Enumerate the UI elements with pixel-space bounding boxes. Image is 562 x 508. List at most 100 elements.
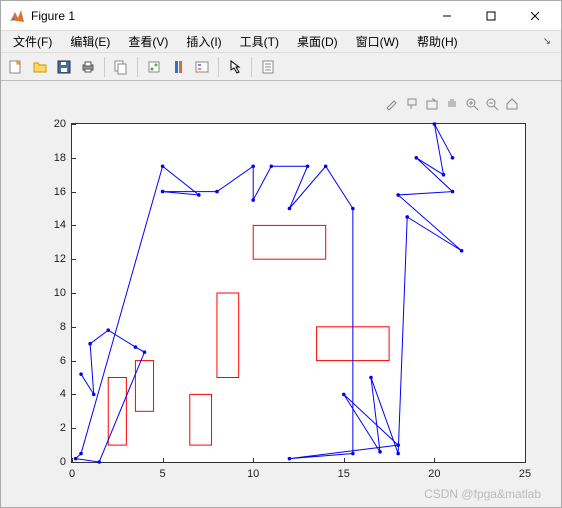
path-point [92, 393, 96, 397]
menu-tools[interactable]: 工具(T) [232, 31, 287, 52]
path-point [351, 452, 355, 456]
toolbar-sep [104, 57, 105, 77]
x-tick-label: 25 [519, 468, 531, 480]
toolbar-sep [137, 57, 138, 77]
path-point [396, 452, 400, 456]
menu-file[interactable]: 文件(F) [5, 31, 60, 52]
path-point [134, 345, 138, 349]
plot-canvas [72, 124, 525, 462]
legend-button[interactable] [191, 56, 213, 78]
path-point [288, 457, 292, 461]
y-tick-label: 8 [60, 321, 66, 333]
path-point [306, 164, 310, 168]
rotate-icon[interactable] [423, 95, 441, 113]
path-point [197, 193, 201, 197]
maximize-button[interactable] [469, 2, 513, 30]
restore-view-icon[interactable] [503, 95, 521, 113]
path-point [396, 443, 400, 447]
y-tick-label: 2 [60, 422, 66, 434]
watermark: CSDN @fpga&matlab [424, 487, 541, 501]
print-button[interactable] [77, 56, 99, 78]
path-point [460, 249, 464, 253]
x-tick-label: 0 [69, 468, 75, 480]
titlebar: Figure 1 [1, 1, 561, 31]
window-title: Figure 1 [31, 9, 425, 23]
obstacle-rect [108, 378, 126, 446]
path-point [351, 207, 355, 211]
toolbar [1, 53, 561, 81]
link-data-button[interactable] [143, 56, 165, 78]
path-point [378, 450, 382, 454]
obstacle-rect [217, 293, 239, 378]
menu-view[interactable]: 查看(V) [120, 31, 176, 52]
y-tick-label: 16 [54, 186, 66, 198]
y-tick-label: 4 [60, 388, 66, 400]
edit-plot-button[interactable] [224, 56, 246, 78]
path-point [414, 156, 418, 160]
open-button[interactable] [29, 56, 51, 78]
menu-insert[interactable]: 插入(I) [178, 31, 229, 52]
matlab-logo-icon [9, 8, 25, 24]
menu-help[interactable]: 帮助(H) [409, 31, 466, 52]
x-tick-label: 10 [247, 468, 259, 480]
menu-desktop[interactable]: 桌面(D) [289, 31, 346, 52]
menu-window[interactable]: 窗口(W) [348, 31, 407, 52]
path-point [270, 164, 274, 168]
zoom-in-icon[interactable] [463, 95, 481, 113]
axes[interactable]: 024681012141618200510152025 [71, 123, 526, 463]
property-inspector-button[interactable] [257, 56, 279, 78]
zoom-out-icon[interactable] [483, 95, 501, 113]
path-point [97, 460, 101, 464]
path-point [143, 350, 147, 354]
path-point [405, 215, 409, 219]
save-button[interactable] [53, 56, 75, 78]
figure-window: Figure 1 文件(F) 编辑(E) 查看(V) 插入(I) 工具(T) 桌… [0, 0, 562, 508]
brush-icon[interactable] [383, 95, 401, 113]
y-tick-label: 12 [54, 253, 66, 265]
path-point [161, 190, 165, 194]
y-tick-label: 0 [60, 456, 66, 468]
path-point [324, 164, 328, 168]
path-point [79, 372, 83, 376]
y-tick-label: 20 [54, 118, 66, 130]
path-point [251, 198, 255, 202]
menu-edit[interactable]: 编辑(E) [62, 31, 118, 52]
axes-toolbar [383, 95, 521, 113]
path-point [451, 156, 455, 160]
path-point [215, 190, 219, 194]
path-point [79, 452, 83, 456]
y-tick-label: 6 [60, 355, 66, 367]
close-button[interactable] [513, 2, 557, 30]
toolbar-sep [218, 57, 219, 77]
menu-overflow-icon[interactable]: ↘ [543, 36, 551, 47]
copy-button[interactable] [110, 56, 132, 78]
path-point [451, 190, 455, 194]
path-point [433, 122, 437, 126]
path-point [251, 164, 255, 168]
new-figure-button[interactable] [5, 56, 27, 78]
y-tick-label: 10 [54, 287, 66, 299]
path-point [342, 393, 346, 397]
path-point [161, 164, 165, 168]
path-point [74, 457, 78, 461]
data-tips-icon[interactable] [403, 95, 421, 113]
plot-area: 024681012141618200510152025 CSDN @fpga&m… [1, 81, 561, 507]
path-point [396, 193, 400, 197]
minimize-button[interactable] [425, 2, 469, 30]
window-buttons [425, 2, 557, 30]
path-line [76, 124, 462, 462]
obstacle-rect [190, 394, 212, 445]
x-tick-label: 20 [428, 468, 440, 480]
pan-icon[interactable] [443, 95, 461, 113]
y-tick-label: 18 [54, 152, 66, 164]
path-point [288, 207, 292, 211]
path-point [88, 342, 92, 346]
y-tick-label: 14 [54, 219, 66, 231]
x-tick-label: 15 [338, 468, 350, 480]
colorbar-button[interactable] [167, 56, 189, 78]
obstacle-rect [253, 225, 325, 259]
path-point [106, 328, 110, 332]
menubar: 文件(F) 编辑(E) 查看(V) 插入(I) 工具(T) 桌面(D) 窗口(W… [1, 31, 561, 53]
x-tick-label: 5 [160, 468, 166, 480]
toolbar-sep [251, 57, 252, 77]
